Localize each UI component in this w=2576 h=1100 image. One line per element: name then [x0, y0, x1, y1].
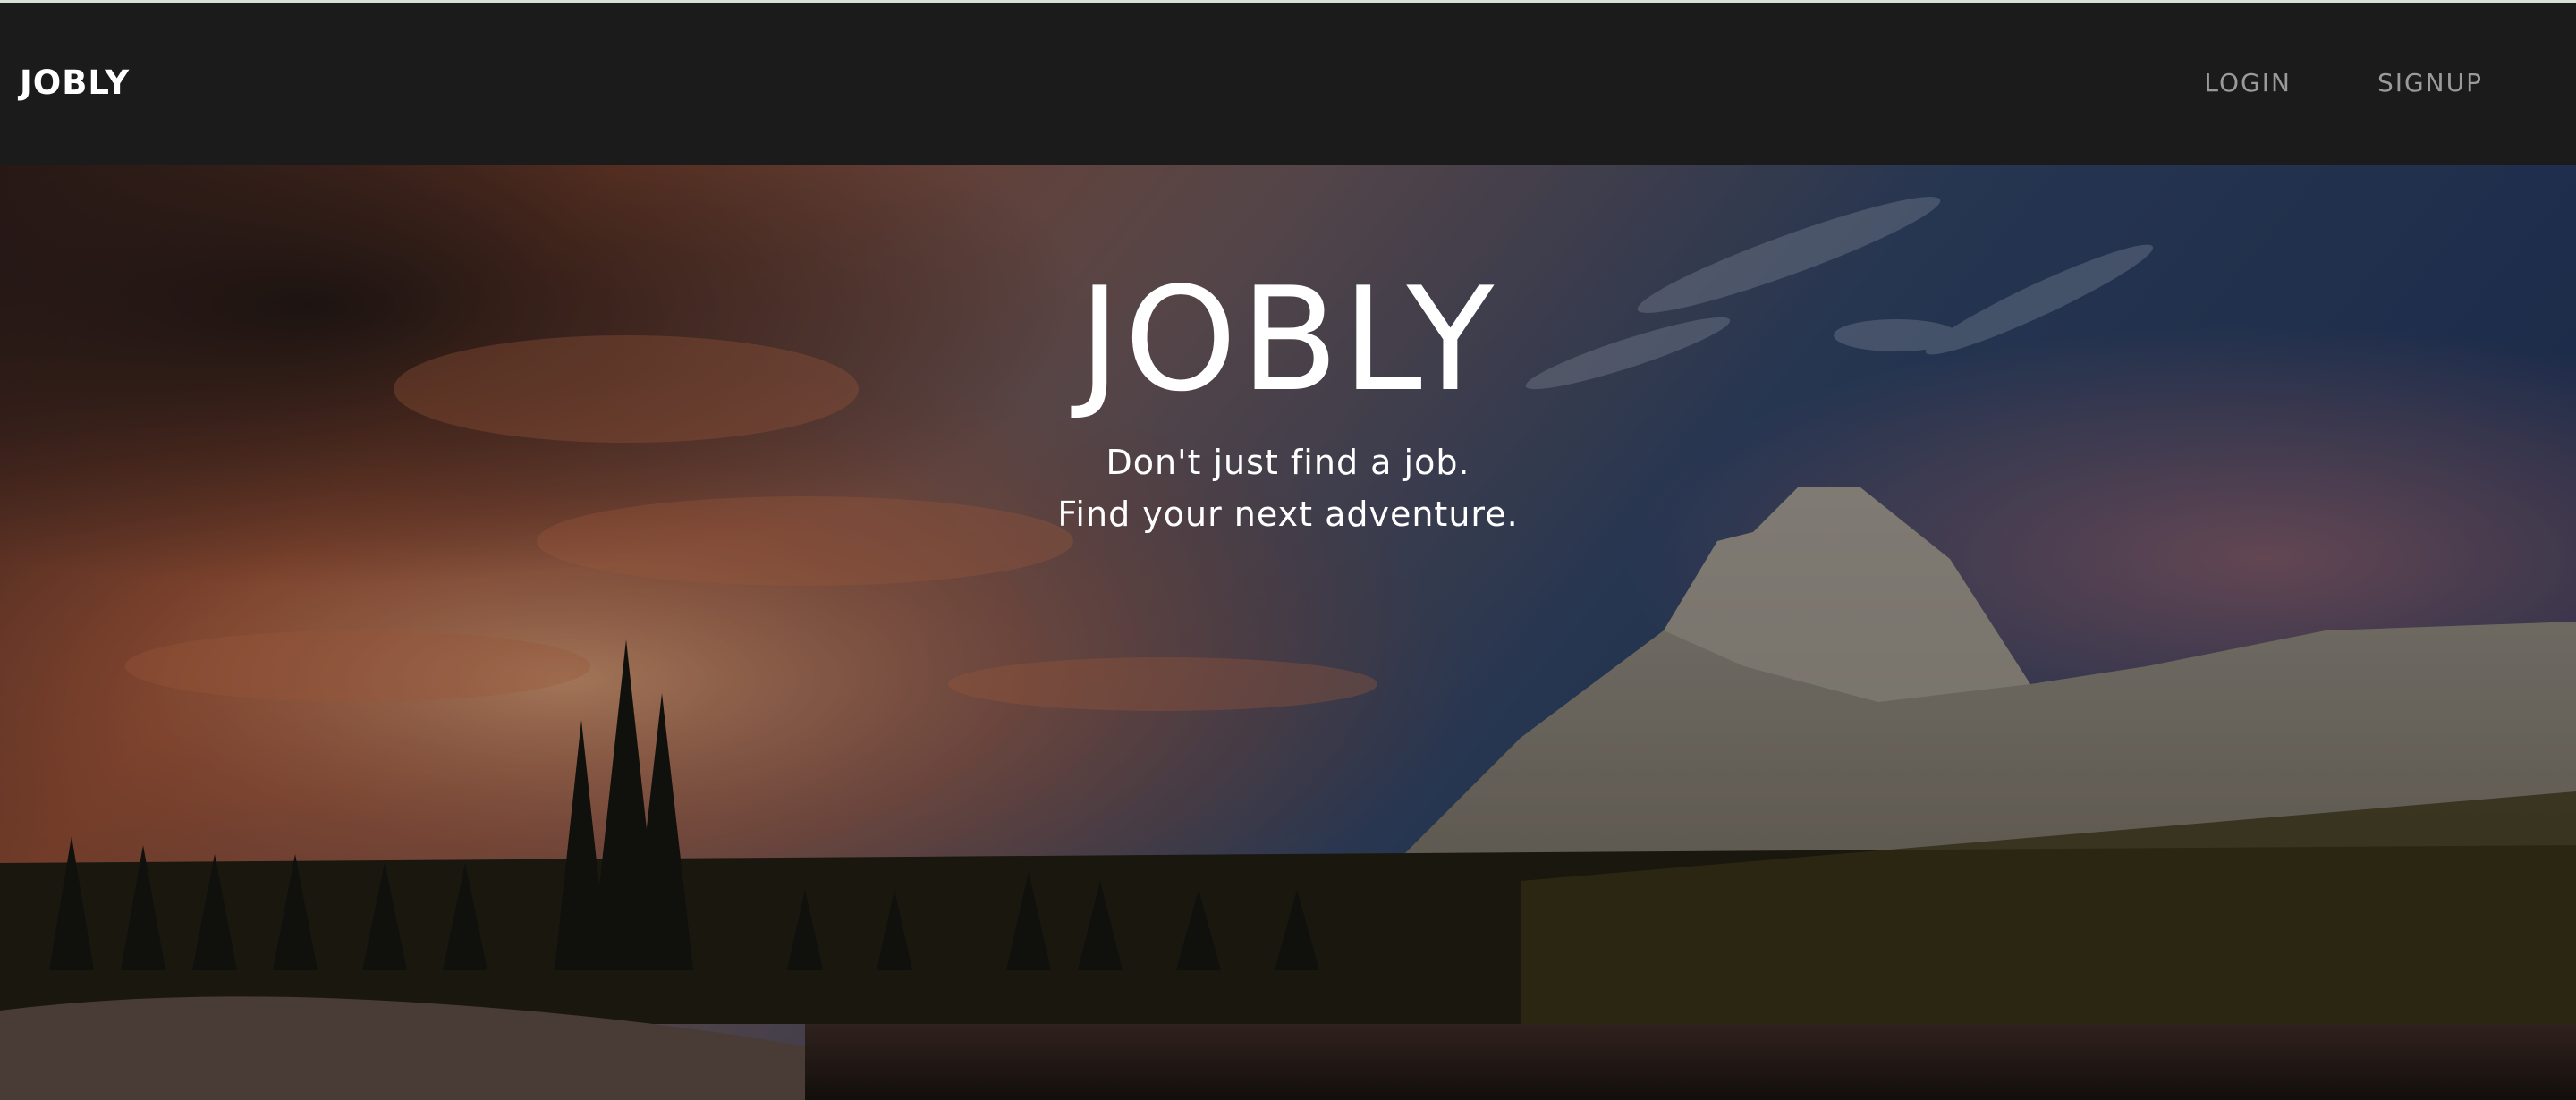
nav-links: LOGIN SIGNUP [2204, 65, 2483, 101]
signup-link[interactable]: SIGNUP [2377, 65, 2483, 101]
hero-tagline-line1: Don't just find a job. [1106, 443, 1470, 482]
hero-title: JOBLY [1078, 256, 1498, 423]
hero-section: JOBLY Don't just find a job. Find your n… [0, 165, 2576, 1100]
login-link[interactable]: LOGIN [2204, 65, 2292, 101]
navbar: JOBLY LOGIN SIGNUP [0, 0, 2576, 165]
hero-tagline-line2: Find your next adventure. [1057, 495, 1519, 534]
brand-logo-link[interactable]: JOBLY [20, 62, 130, 105]
